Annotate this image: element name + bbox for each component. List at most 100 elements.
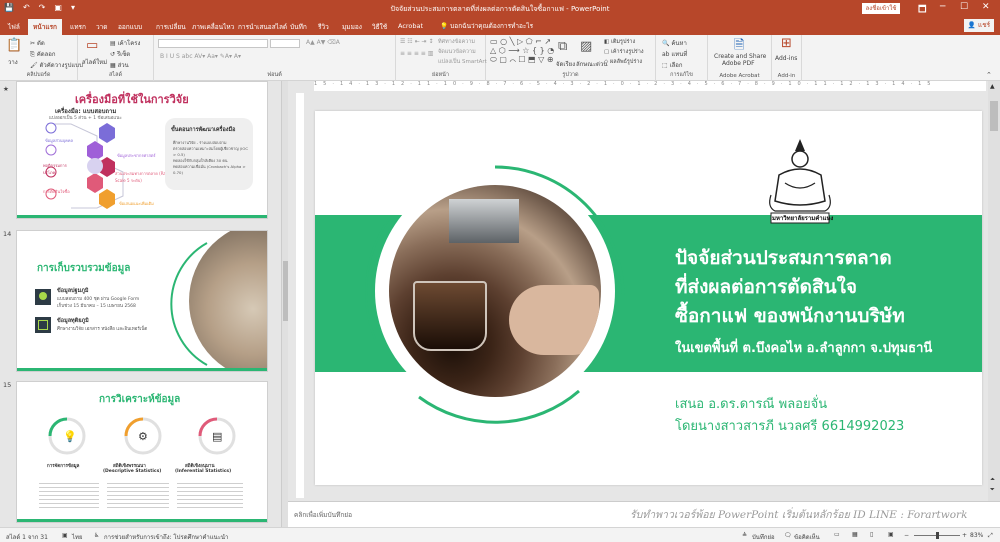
slide-counter: สไลด์ 1 จาก 31 — [6, 534, 48, 541]
shapes-gallery[interactable]: ▭ ○ ╲ ▷ ⬠ ⌐ ↗ △ ⬡ ⟶ ☆ { } ◔ ⬭ ▢ ⌒ ☐ ⬒ ▽ ⊕ — [490, 37, 554, 65]
tab-draw[interactable]: วาด — [96, 22, 108, 32]
create-share-line2[interactable]: Adobe PDF — [722, 60, 755, 67]
collapse-ribbon-icon[interactable]: ⌃ — [986, 71, 992, 79]
shape-fill-button[interactable]: ◧ เติมรูปร่าง — [604, 38, 635, 46]
editor-scroll-thumb[interactable] — [990, 101, 998, 131]
tab-view[interactable]: มุมมอง — [342, 22, 362, 32]
next-slide-icon[interactable]: ⏷ — [990, 486, 995, 494]
current-slide[interactable]: มหาวิทยาลัยรามคำแหง ปัจจัยส่วนประสมการตล… — [315, 111, 982, 485]
slide-subtitle[interactable]: ในเขตพื้นที่ ต.บึงคอไห อ.ลำลูกกา จ.ปทุมธ… — [675, 337, 932, 358]
thumbnail-slide-15[interactable]: การวิเคราะห์ข้อมูล 💡 ⚙ ▤ การจัดการข้อมูล… — [16, 381, 268, 523]
notes-pane[interactable]: คลิกเพื่อเพิ่มบันทึกย่อ รับทำพาวเวอร์พ้อ… — [288, 501, 1000, 527]
prev-slide-icon[interactable]: ⏶ — [990, 476, 995, 484]
quick-styles-icon[interactable]: ▨ — [580, 39, 592, 54]
group-label-drawing: รูปวาด — [562, 72, 579, 78]
layout-button[interactable]: ▤ เค้าโครง — [110, 38, 140, 48]
format-painter-label: ตัวคัดวางรูปแบบ — [39, 62, 83, 69]
arrange-icon[interactable]: ⧉ — [558, 39, 567, 54]
shape-effects-button[interactable]: ◇ ผลลัพธ์รูปร่าง — [604, 58, 642, 66]
tab-animations[interactable]: ภาพเคลื่อนไหว — [192, 22, 234, 32]
notes-placeholder: คลิกเพื่อเพิ่มบันทึกย่อ — [294, 511, 352, 519]
slide-editor: 15·14·13·12·11·10·9·8·7·6·5·4·3·2·1·0·1·… — [288, 81, 1000, 527]
thumb15-col3-title: สถิติเชิงอนุมาน — [185, 464, 215, 469]
thumbnail-scrollbar[interactable] — [281, 81, 288, 527]
accessibility-icon[interactable]: ♿ — [94, 532, 99, 539]
share-button[interactable]: 👤 แชร์ — [964, 19, 994, 32]
addins-button[interactable]: Add-ins — [775, 55, 797, 62]
presented-to[interactable]: เสนอ อ.ดร.ดารณี พลอยจั่น — [675, 393, 827, 414]
copy-button[interactable]: ⎘ คัดลอก — [30, 49, 56, 59]
font-format-icons[interactable]: B I U S abc AV▾ Aa▾ ✎A▾ A▾ — [160, 53, 241, 60]
zoom-slider-handle[interactable] — [936, 532, 939, 539]
arrange-label[interactable]: จัดเรียง — [556, 59, 575, 69]
text-direction-button[interactable]: ทิศทางข้อความ — [438, 38, 475, 46]
align-icons[interactable]: ≡ ≡ ≡ ≡ ▥ — [400, 50, 433, 57]
slide-title-line3[interactable]: ซื้อกาแฟ ของพนักงานบริษัท — [675, 301, 905, 331]
watermark-text: รับทำพาวเวอร์พ้อย PowerPoint เริ่มต้นหลั… — [630, 509, 968, 521]
align-text-button[interactable]: จัดแนวข้อความ — [438, 48, 476, 56]
editor-scrollbar[interactable]: ▲ ⏶ ⏷ — [988, 81, 1000, 501]
paste-label[interactable]: วาง — [8, 57, 18, 67]
new-slide-label[interactable]: สไลด์ใหม่ — [82, 57, 107, 67]
convert-smartart-button[interactable]: แปลงเป็น SmartArt — [438, 58, 487, 66]
sign-in-button[interactable]: ลงชื่อเข้าใช้ — [862, 3, 900, 14]
tell-me-label: บอกฉันว่าคุณต้องการทำอะไร — [450, 22, 534, 30]
ribbon-display-icon[interactable]: 🗖 — [918, 2, 927, 18]
font-size-box[interactable] — [270, 39, 300, 48]
cut-button[interactable]: ✂ ตัด — [30, 38, 45, 48]
slideshow-view-icon[interactable]: ▣ — [888, 531, 894, 538]
font-grow-icon[interactable]: A▲ A▼ ⌫A — [306, 39, 340, 46]
maximize-icon[interactable]: ☐ — [960, 2, 968, 12]
thumb13-item-2: ข้อมูลประชากรศาสตร์ — [117, 153, 156, 158]
minimize-icon[interactable]: ─ — [940, 2, 945, 12]
close-icon[interactable]: ✕ — [982, 2, 990, 12]
scroll-up-icon[interactable]: ▲ — [990, 83, 995, 90]
tab-transitions[interactable]: การเปลี่ยน — [156, 22, 186, 32]
tab-slideshow[interactable]: การนำเสนอสไลด์ — [238, 22, 287, 32]
university-name: มหาวิทยาลัยรามคำแหง — [772, 215, 834, 222]
slide-title-line2[interactable]: ที่ส่งผลต่อการตัดสินใจ — [675, 272, 857, 302]
reading-view-icon[interactable]: ▯ — [870, 531, 873, 538]
tab-home[interactable]: หน้าแรก — [28, 19, 62, 35]
zoom-level[interactable]: 83% — [970, 532, 983, 539]
tab-file[interactable]: ไฟล์ — [8, 22, 20, 32]
comments-icon[interactable]: 🗨 — [784, 532, 792, 539]
tab-help[interactable]: วิธีใช้ — [372, 22, 387, 32]
tab-design[interactable]: ออกแบบ — [118, 22, 142, 32]
tab-acrobat[interactable]: Acrobat — [398, 22, 423, 30]
paste-icon[interactable]: 📋 — [6, 38, 22, 53]
list-icons[interactable]: ☰ ☷ ⇤ ⇥ ↕ — [400, 38, 433, 45]
thumbnail-slide-14[interactable]: การเก็บรวบรวมข้อมูล ข้อมูลปฐมภูมิ แบบสอบ… — [16, 230, 268, 372]
language-indicator[interactable]: ไทย — [72, 532, 83, 542]
section-button[interactable]: ▦ ส่วน — [110, 60, 129, 70]
thumbnail-slide-13[interactable]: เครื่องมือที่ใช้ในการวิจัย เครื่องมือ: แ… — [16, 81, 268, 219]
tell-me-search[interactable]: 💡 บอกฉันว่าคุณต้องการทำอะไร — [440, 21, 533, 31]
slide-title-line1[interactable]: ปัจจัยส่วนประสมการตลาด — [675, 243, 892, 273]
spellcheck-icon[interactable]: ▣ — [62, 532, 68, 539]
select-button[interactable]: ⬚ เลือก — [662, 60, 683, 70]
slide-sorter-icon[interactable]: ▦ — [852, 531, 858, 538]
font-name-box[interactable] — [158, 39, 268, 48]
accessibility-status[interactable]: การช่วยสำหรับการเข้าถึง: โปรดศึกษาคำแนะน… — [104, 532, 228, 542]
fit-slide-icon[interactable]: ⤢ — [988, 532, 993, 540]
notes-toggle[interactable]: บันทึกย่อ — [752, 532, 775, 542]
tab-record[interactable]: บันทึก — [290, 22, 307, 32]
replace-button[interactable]: ab แทนที่ — [662, 49, 687, 59]
addins-icon[interactable]: ⊞ — [781, 36, 792, 51]
find-button[interactable]: 🔍 ค้นหา — [662, 38, 687, 48]
tab-insert[interactable]: แทรก — [70, 22, 86, 32]
zoom-out-icon[interactable]: − — [904, 532, 909, 539]
create-share-line1[interactable]: Create and Share — [714, 53, 766, 60]
new-slide-icon[interactable]: ▭ — [86, 38, 98, 53]
normal-view-icon[interactable]: ▭ — [834, 531, 840, 538]
presented-by[interactable]: โดยนางสาวสารภี นวลศรี 6614992023 — [675, 415, 904, 436]
format-painter-button[interactable]: 🖌 ตัวคัดวางรูปแบบ — [30, 60, 83, 70]
thumb15-col2-text — [107, 480, 169, 510]
reset-button[interactable]: ↺ รีเซ็ต — [110, 49, 130, 59]
shape-outline-button[interactable]: ▢ เค้าร่างรูปร่าง — [604, 48, 644, 56]
tab-review[interactable]: รีวิว — [318, 22, 329, 32]
quick-styles-label[interactable]: ลักษณะด่วน — [576, 59, 607, 69]
comments-toggle[interactable]: ข้อคิดเห็น — [794, 532, 820, 542]
notes-toggle-icon[interactable]: ≜ — [742, 532, 747, 539]
zoom-in-icon[interactable]: + — [962, 532, 967, 539]
